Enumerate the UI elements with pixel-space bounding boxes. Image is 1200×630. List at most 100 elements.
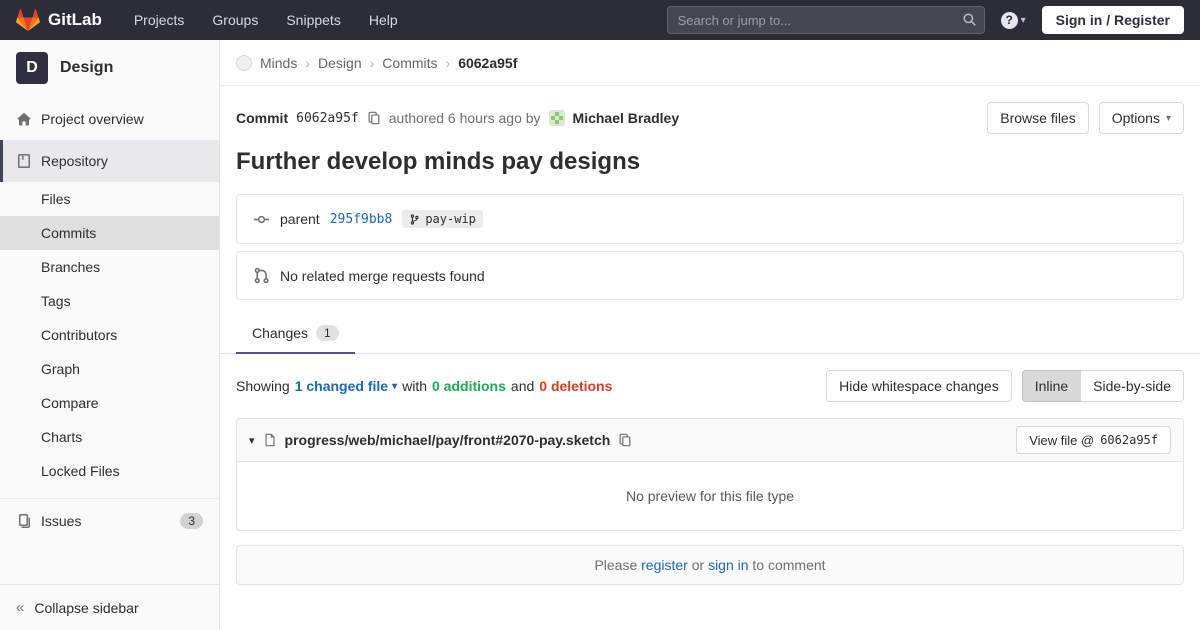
sidebar-item-graph[interactable]: Graph (0, 352, 219, 386)
register-link[interactable]: register (641, 557, 688, 573)
project-name: Design (60, 59, 114, 76)
nav-item-groups[interactable]: Groups (198, 0, 272, 40)
tab-changes-label: Changes (252, 325, 309, 341)
search-box (666, 6, 985, 34)
breadcrumb-design[interactable]: Design (318, 55, 362, 71)
breadcrumb: Minds › Design › Commits › 6062a95f (220, 40, 1200, 86)
view-file-button[interactable]: View file @ 6062a95f (1016, 426, 1171, 454)
or-label: or (691, 557, 705, 573)
breadcrumb-separator: › (369, 54, 375, 71)
navbar-right: ? ▾ Sign in / Register (666, 6, 1184, 34)
breadcrumb-current-sha: 6062a95f (458, 54, 518, 71)
browse-files-button[interactable]: Browse files (987, 102, 1089, 134)
issues-count-badge: 3 (180, 512, 203, 529)
author-name-link[interactable]: Michael Bradley (573, 110, 680, 126)
breadcrumb-commits[interactable]: Commits (382, 55, 437, 71)
deletions-count: 0 deletions (539, 378, 613, 394)
sidebar-item-branches[interactable]: Branches (0, 250, 219, 284)
copy-file-path-button[interactable] (618, 433, 632, 447)
sign-in-register-button[interactable]: Sign in / Register (1041, 6, 1184, 34)
breadcrumb-separator: › (305, 54, 311, 71)
please-label: Please (594, 557, 638, 573)
chevron-down-icon: ▾ (1020, 14, 1026, 26)
nav-item-help[interactable]: Help (355, 0, 412, 40)
sidebar-item-compare[interactable]: Compare (0, 386, 219, 420)
view-file-label: View file @ (1029, 432, 1095, 448)
group-avatar-minds (236, 54, 252, 71)
parent-commit-box: parent 295f9bb8 pay-wip (236, 194, 1184, 244)
collapse-file-caret[interactable]: ▾ (249, 434, 255, 447)
tanuki-icon (16, 8, 40, 32)
search-input[interactable] (666, 6, 985, 34)
parent-label: parent (280, 211, 320, 227)
active-indicator (0, 140, 3, 182)
commit-sha: 6062a95f (296, 110, 359, 126)
related-mr-box: No related merge requests found (236, 251, 1184, 300)
sidebar-item-tags[interactable]: Tags (0, 284, 219, 318)
main-content: Minds › Design › Commits › 6062a95f Comm… (220, 40, 1200, 585)
sidebar-item-label: Project overview (41, 111, 144, 127)
sidebar-item-files[interactable]: Files (0, 182, 219, 216)
sidebar-item-label: Issues (41, 512, 82, 529)
sidebar-item-issues[interactable]: Issues 3 (0, 498, 219, 540)
brand-text: GitLab (48, 10, 102, 29)
changes-count-badge: 1 (316, 325, 339, 341)
file-path-link[interactable]: progress/web/michael/pay/front#2070-pay.… (285, 432, 611, 448)
project-avatar: D (16, 52, 48, 84)
sidebar-item-charts[interactable]: Charts (0, 420, 219, 454)
question-icon: ? (1000, 11, 1018, 29)
collapse-sidebar-label: Collapse sidebar (34, 599, 139, 616)
gitlab-logo[interactable]: GitLab (16, 8, 102, 32)
sidebar-item-locked-files[interactable]: Locked Files (0, 454, 219, 488)
top-navbar: GitLab Projects Groups Snippets Help ? ▾… (0, 0, 1200, 40)
home-icon (16, 111, 32, 127)
authored-text: authored 6 hours ago by (388, 110, 541, 126)
repository-icon (16, 153, 32, 169)
chevron-down-icon: ▾ (392, 380, 398, 392)
sidebar-item-contributors[interactable]: Contributors (0, 318, 219, 352)
changes-tabs: Changes 1 (220, 314, 1200, 354)
parent-sha-link[interactable]: 295f9bb8 (330, 212, 393, 227)
chevron-down-icon: ▾ (1165, 112, 1171, 124)
hide-whitespace-button[interactable]: Hide whitespace changes (826, 370, 1012, 402)
breadcrumb-minds[interactable]: Minds (260, 55, 297, 71)
commit-header: Commit 6062a95f authored 6 hours ago by … (220, 86, 1200, 138)
sidebar-item-label: Repository (41, 153, 108, 169)
navbar-menu: Projects Groups Snippets Help (120, 0, 412, 40)
merge-request-icon (253, 267, 270, 284)
comment-signin-bar: Please register or sign in to comment (236, 545, 1184, 585)
diff-stats: Showing 1 changed file ▾ with 0 addition… (236, 378, 612, 394)
issues-icon (16, 513, 32, 529)
no-preview-message: No preview for this file type (625, 488, 795, 504)
commit-icon (253, 211, 270, 228)
sidebar: D Design Project overview Repository Fil… (0, 40, 220, 630)
options-dropdown-button[interactable]: Options ▾ (1098, 102, 1184, 134)
sidebar-item-project-overview[interactable]: Project overview (0, 98, 219, 140)
nav-item-projects[interactable]: Projects (120, 0, 199, 40)
changed-files-dropdown[interactable]: 1 changed file ▾ (295, 378, 397, 394)
diff-meta-row: Showing 1 changed file ▾ with 0 addition… (236, 370, 1184, 402)
copy-commit-sha-button[interactable] (367, 111, 381, 125)
sign-in-link[interactable]: sign in (708, 557, 748, 573)
and-label: and (510, 378, 535, 394)
project-context-header[interactable]: D Design (0, 40, 219, 98)
tab-changes[interactable]: Changes 1 (236, 314, 355, 354)
changed-files-label: 1 changed file (294, 378, 389, 394)
search-icon (962, 12, 977, 27)
commit-label: Commit (236, 110, 289, 126)
sidebar-item-commits[interactable]: Commits (0, 216, 219, 250)
collapse-sidebar-button[interactable]: « Collapse sidebar (0, 584, 219, 630)
side-by-side-view-button[interactable]: Side-by-side (1080, 370, 1184, 402)
nav-item-snippets[interactable]: Snippets (272, 0, 354, 40)
branch-ref-label[interactable]: pay-wip (402, 210, 483, 228)
diff-controls: Hide whitespace changes Inline Side-by-s… (826, 370, 1184, 402)
help-dropdown[interactable]: ? ▾ (1000, 11, 1026, 29)
diff-file-box: ▾ progress/web/michael/pay/front#2070-pa… (236, 418, 1184, 531)
branch-name: pay-wip (425, 212, 476, 226)
to-comment-label: to comment (752, 557, 826, 573)
sidebar-item-repository[interactable]: Repository (0, 140, 219, 182)
view-mode-toggle: Inline Side-by-side (1021, 370, 1184, 402)
breadcrumb-separator: › (445, 54, 451, 71)
repository-submenu: Files Commits Branches Tags Contributors… (0, 182, 219, 488)
inline-view-button[interactable]: Inline (1021, 370, 1082, 402)
